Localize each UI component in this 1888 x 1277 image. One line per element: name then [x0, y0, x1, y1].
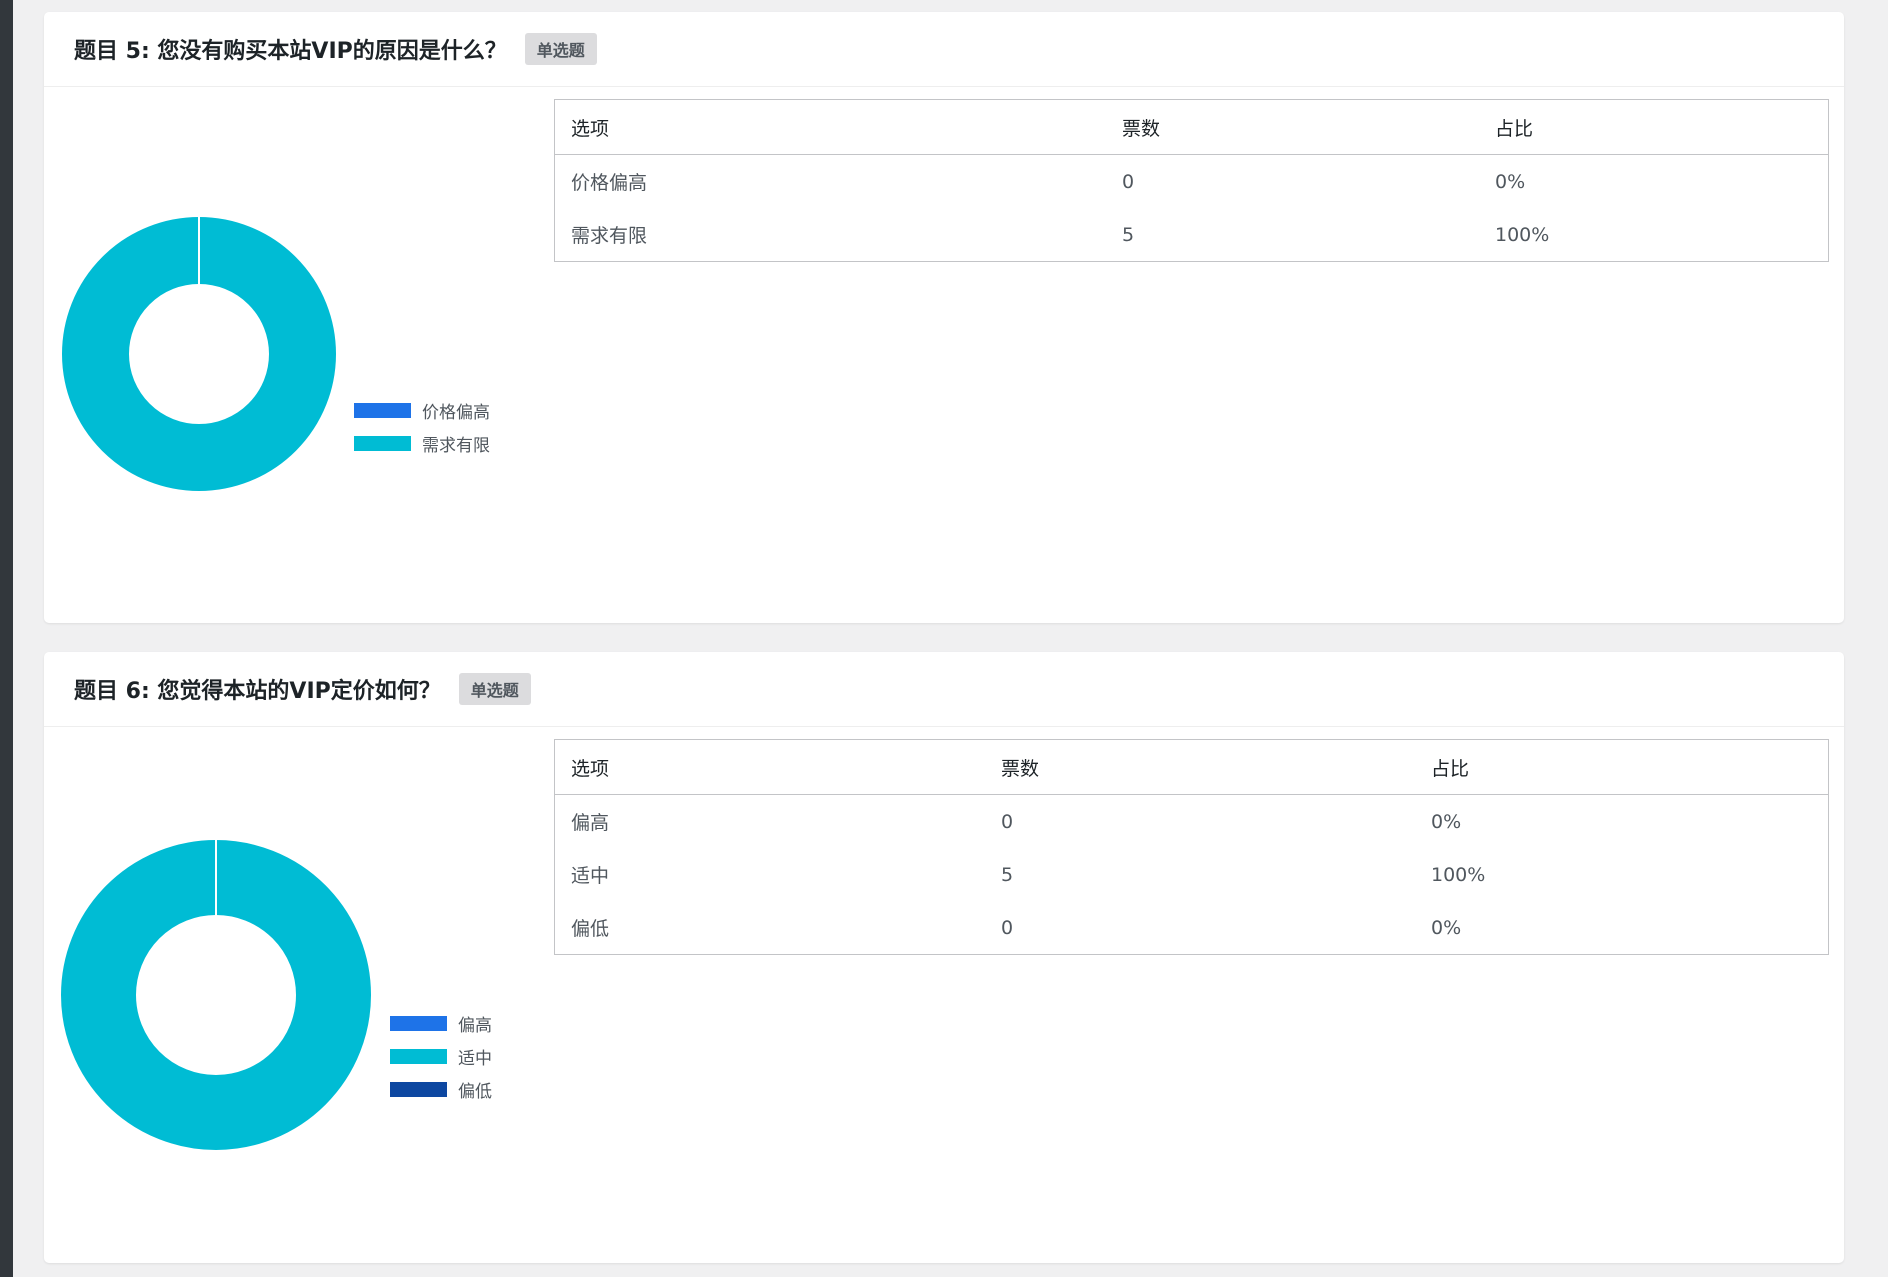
legend-label: 偏高: [458, 1016, 492, 1036]
column-header-votes: 票数: [1106, 99, 1479, 155]
question-body: 偏高 适中 偏低 选项 票数 占比 偏高 0 0% 适中 5 100% 偏低 0…: [44, 727, 1844, 1262]
cell-option: 偏低: [571, 918, 610, 940]
question-header: 题目 6: 您觉得本站的VIP定价如何？ 单选题: [44, 652, 1844, 727]
cell-percent: 0%: [1431, 810, 1462, 833]
cell-option: 偏高: [571, 812, 610, 834]
table-header-row: 选项 票数 占比: [554, 739, 1829, 795]
question-type-badge: 单选题: [458, 673, 531, 705]
column-header-option: 选项: [554, 99, 1106, 155]
legend-label: 需求有限: [422, 436, 490, 456]
cell-percent: 0%: [1431, 916, 1462, 939]
question-title: 题目 6: 您觉得本站的VIP定价如何？: [74, 679, 441, 704]
legend-label: 价格偏高: [422, 403, 490, 423]
column-header-percent: 占比: [1415, 739, 1829, 795]
legend-item[interactable]: 适中: [390, 1040, 492, 1073]
cell-votes: 0: [1122, 170, 1135, 193]
table-row: 价格偏高 0 0%: [555, 155, 1829, 209]
cell-option: 适中: [571, 865, 610, 887]
cell-percent: 100%: [1495, 223, 1550, 246]
results-table: 选项 票数 占比 价格偏高 0 0% 需求有限 5 100%: [554, 99, 1829, 262]
cell-percent: 0%: [1495, 170, 1526, 193]
table-row: 偏高 0 0%: [555, 795, 1829, 849]
admin-sidebar-edge: [0, 0, 13, 1277]
cell-percent: 100%: [1431, 863, 1486, 886]
column-header-option: 选项: [554, 739, 985, 795]
question-type-badge: 单选题: [524, 33, 597, 65]
cell-votes: 0: [1001, 916, 1014, 939]
legend-item[interactable]: 需求有限: [354, 427, 490, 460]
results-table: 选项 票数 占比 偏高 0 0% 适中 5 100% 偏低 0 0%: [554, 739, 1829, 955]
table-row: 偏低 0 0%: [555, 901, 1829, 955]
legend-swatch: [390, 1016, 447, 1031]
legend-label: 偏低: [458, 1082, 492, 1102]
question-title: 题目 5: 您没有购买本站VIP的原因是什么？: [74, 39, 507, 64]
legend-item[interactable]: 偏高: [390, 1007, 492, 1040]
cell-votes: 5: [1122, 223, 1135, 246]
cell-votes: 0: [1001, 810, 1014, 833]
cell-option: 价格偏高: [571, 172, 648, 194]
table-header-row: 选项 票数 占比: [554, 99, 1829, 155]
question-card-6: 题目 6: 您觉得本站的VIP定价如何？ 单选题 偏高 适中 偏低 选项 票数 …: [44, 652, 1844, 1263]
legend-label: 适中: [458, 1049, 492, 1069]
cell-option: 需求有限: [571, 225, 648, 247]
legend-item[interactable]: 偏低: [390, 1073, 492, 1106]
legend-swatch: [354, 436, 411, 451]
column-header-percent: 占比: [1479, 99, 1829, 155]
legend-item[interactable]: 价格偏高: [354, 394, 490, 427]
column-header-votes: 票数: [985, 739, 1415, 795]
legend-swatch: [390, 1082, 447, 1097]
chart-legend: 偏高 适中 偏低: [390, 1007, 492, 1106]
table-row: 需求有限 5 100%: [555, 208, 1829, 262]
legend-swatch: [354, 403, 411, 418]
question-card-5: 题目 5: 您没有购买本站VIP的原因是什么？ 单选题 价格偏高 需求有限 选项: [44, 12, 1844, 623]
donut-chart-svg: [61, 839, 371, 1150]
cell-votes: 5: [1001, 863, 1014, 886]
table-row: 适中 5 100%: [555, 848, 1829, 901]
donut-chart: 价格偏高 需求有限: [44, 87, 554, 622]
question-header: 题目 5: 您没有购买本站VIP的原因是什么？ 单选题: [44, 12, 1844, 87]
chart-legend: 价格偏高 需求有限: [354, 394, 490, 460]
legend-swatch: [390, 1049, 447, 1064]
question-body: 价格偏高 需求有限 选项 票数 占比 价格偏高 0 0% 需求有限 5 100%: [44, 87, 1844, 622]
donut-chart-svg: [62, 216, 336, 491]
donut-chart: 偏高 适中 偏低: [44, 727, 554, 1262]
